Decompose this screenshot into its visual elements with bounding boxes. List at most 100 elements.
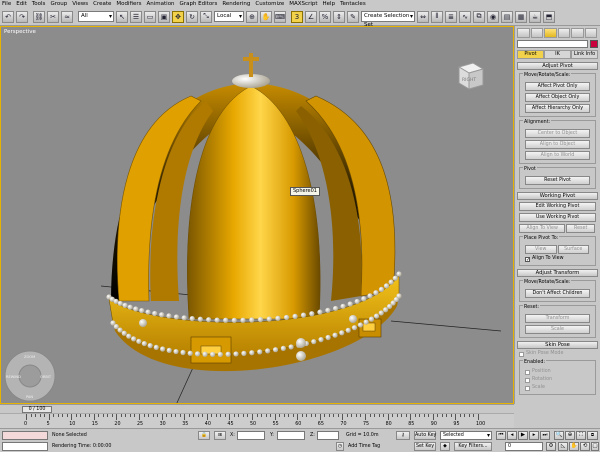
- x-coord-field[interactable]: [237, 431, 265, 440]
- named-selection-set-dropdown[interactable]: Create Selection Set: [361, 11, 415, 28]
- key-mode-dropdown[interactable]: Selected: [440, 431, 492, 440]
- viewcube[interactable]: RIGHT: [451, 57, 487, 93]
- display-tab-icon[interactable]: [571, 28, 584, 38]
- go-to-start-icon[interactable]: ⏮: [496, 431, 506, 440]
- crown-scene[interactable]: [1, 27, 514, 404]
- orbit-icon[interactable]: ⟲: [580, 442, 590, 451]
- object-name-field[interactable]: [517, 40, 588, 48]
- mirror-icon[interactable]: ⇔: [417, 10, 429, 23]
- pivot-center-icon[interactable]: ⊕: [246, 10, 258, 23]
- zoom-extents-icon[interactable]: ⛶: [576, 431, 586, 440]
- menu-item-maxscript[interactable]: MAXScript: [289, 0, 317, 8]
- time-config-icon[interactable]: ⚙: [546, 442, 556, 451]
- affect-hierarchy-only-button[interactable]: Affect Hierarchy Only: [525, 104, 590, 113]
- perspective-viewport[interactable]: Perspective Sphere01 RIGHT ZOOM ORBIT PA…: [0, 26, 514, 404]
- field-of-view-icon[interactable]: ◺: [558, 442, 568, 451]
- render-icon[interactable]: ⬒: [543, 10, 555, 23]
- selection-region-icon[interactable]: ▭: [144, 10, 156, 23]
- play-icon[interactable]: ▶: [518, 431, 528, 440]
- add-time-tag[interactable]: Add Time Tag: [348, 442, 380, 451]
- edit-named-selection-icon[interactable]: ✎: [347, 10, 359, 23]
- zoom-extents-all-icon[interactable]: ⧈: [587, 431, 598, 440]
- maxscript-listener-field[interactable]: [2, 431, 48, 440]
- next-frame-icon[interactable]: ▸: [529, 431, 539, 440]
- edit-working-pivot-button[interactable]: Edit Working Pivot: [519, 202, 596, 211]
- maximize-viewport-icon[interactable]: ▢: [591, 442, 599, 451]
- skin-pose-mode-checkbox[interactable]: Skin Pose Mode: [519, 351, 596, 357]
- time-slider-thumb[interactable]: 0 / 100: [22, 406, 52, 413]
- auto-key-button[interactable]: Auto Key: [414, 431, 436, 440]
- set-key-button[interactable]: Set Key: [414, 442, 436, 451]
- go-to-end-icon[interactable]: ⏭: [540, 431, 550, 440]
- dont-affect-children-button[interactable]: Don't Affect Children: [525, 289, 590, 298]
- utilities-tab-icon[interactable]: [584, 28, 597, 38]
- place-pivot-surface-button[interactable]: Surface: [557, 245, 589, 254]
- window-crossing-icon[interactable]: ▣: [158, 10, 170, 23]
- modify-tab-icon[interactable]: [530, 28, 543, 38]
- menu-item-group[interactable]: Group: [50, 0, 67, 8]
- manipulate-icon[interactable]: ✋: [260, 10, 272, 23]
- reset-pivot-button[interactable]: Reset Pivot: [525, 176, 590, 185]
- tab-pivot[interactable]: Pivot: [517, 50, 544, 59]
- bind-space-warp-icon[interactable]: ≈: [61, 10, 73, 23]
- use-working-pivot-button[interactable]: Use Working Pivot: [519, 213, 596, 222]
- select-object-icon[interactable]: ↖: [116, 10, 128, 23]
- lock-selection-icon[interactable]: 🔒: [198, 431, 210, 440]
- menu-item-customize[interactable]: Customize: [255, 0, 284, 8]
- adjust-transform-header[interactable]: Adjust Transform: [517, 269, 598, 277]
- zoom-all-icon[interactable]: ⊕: [565, 431, 575, 440]
- layer-manager-icon[interactable]: ≣: [445, 10, 457, 23]
- menu-item-edit[interactable]: Edit: [16, 0, 27, 8]
- steering-wheel[interactable]: ZOOM ORBIT PAN REWIND: [3, 349, 57, 403]
- menu-item-create[interactable]: Create: [93, 0, 111, 8]
- tab-ik[interactable]: IK: [544, 50, 571, 59]
- render-setup-icon[interactable]: ▤: [501, 10, 513, 23]
- scale-checkbox[interactable]: Scale: [525, 385, 590, 391]
- position-checkbox[interactable]: Position: [525, 369, 590, 375]
- rotation-checkbox[interactable]: Rotation: [525, 377, 590, 383]
- working-pivot-header[interactable]: Working Pivot: [517, 192, 598, 200]
- pan-view-icon[interactable]: ✋: [569, 442, 579, 451]
- angle-snap-icon[interactable]: ∠: [305, 10, 317, 23]
- select-and-scale-icon[interactable]: ⤡: [200, 10, 212, 23]
- current-frame-field[interactable]: 0: [505, 442, 543, 451]
- menu-item-rendering[interactable]: Rendering: [222, 0, 250, 8]
- set-key-icon[interactable]: ◆: [440, 442, 450, 451]
- menu-item-file[interactable]: File: [2, 0, 11, 8]
- menu-item-help[interactable]: Help: [323, 0, 336, 8]
- adjust-pivot-header[interactable]: Adjust Pivot: [517, 62, 598, 70]
- select-and-move-icon[interactable]: ✥: [172, 10, 184, 23]
- select-by-name-icon[interactable]: ☰: [130, 10, 142, 23]
- affect-pivot-only-button[interactable]: Affect Pivot Only: [525, 82, 590, 91]
- menu-item-views[interactable]: Views: [72, 0, 88, 8]
- selection-filter-dropdown[interactable]: All: [78, 11, 114, 22]
- curve-editor-icon[interactable]: ∿: [459, 10, 471, 23]
- align-to-view-checkbox[interactable]: ✓ Align To View: [525, 256, 590, 262]
- previous-frame-icon[interactable]: ◂: [507, 431, 517, 440]
- create-tab-icon[interactable]: [517, 28, 530, 38]
- undo-icon[interactable]: ↶: [2, 10, 14, 23]
- menu-item-graph-editors[interactable]: Graph Editors: [180, 0, 218, 8]
- motion-tab-icon[interactable]: [557, 28, 570, 38]
- material-editor-icon[interactable]: ◉: [487, 10, 499, 23]
- align-icon[interactable]: ⫴: [431, 10, 443, 23]
- spinner-snap-icon[interactable]: ⇕: [333, 10, 345, 23]
- reset-scale-button[interactable]: Scale: [525, 325, 590, 334]
- center-to-object-button[interactable]: Center to Object: [525, 129, 590, 138]
- select-and-rotate-icon[interactable]: ↻: [186, 10, 198, 23]
- schematic-view-icon[interactable]: ⧉: [473, 10, 485, 23]
- percent-snap-icon[interactable]: %: [319, 10, 331, 23]
- z-coord-field[interactable]: [317, 431, 339, 440]
- align-to-object-button[interactable]: Align to Object: [525, 140, 590, 149]
- affect-object-only-button[interactable]: Affect Object Only: [525, 93, 590, 102]
- align-to-view-button[interactable]: Align To View: [519, 224, 566, 233]
- redo-icon[interactable]: ↷: [16, 10, 28, 23]
- menu-item-animation[interactable]: Animation: [147, 0, 175, 8]
- object-color-swatch[interactable]: [590, 40, 598, 48]
- viewport-label[interactable]: Perspective: [4, 29, 36, 35]
- menu-item-tools[interactable]: Tools: [32, 0, 46, 8]
- y-coord-field[interactable]: [277, 431, 305, 440]
- time-tag-icon[interactable]: ◷: [336, 442, 344, 451]
- reset-working-pivot-button[interactable]: Reset: [566, 224, 595, 233]
- keyboard-shortcut-icon[interactable]: ⌨: [274, 10, 286, 23]
